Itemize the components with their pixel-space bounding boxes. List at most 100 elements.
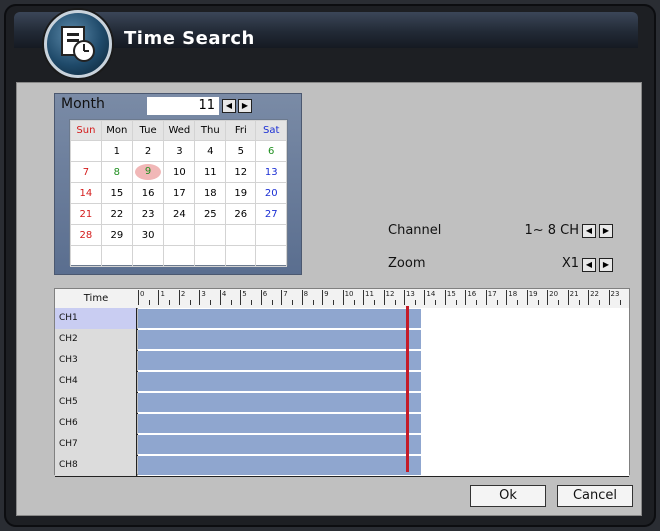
channel-prev-button[interactable]: ◀ [582, 224, 596, 238]
hour-label-13: 13 [403, 290, 424, 305]
hour-label-3: 3 [199, 290, 219, 305]
calendar-day-27[interactable]: 27 [255, 203, 287, 225]
calendar-day-9[interactable]: 9 [131, 161, 165, 183]
calendar-day-10[interactable]: 10 [163, 161, 196, 183]
channel-row[interactable]: CH8 [55, 455, 629, 477]
hour-tick [414, 300, 416, 305]
hour-tick [271, 300, 273, 305]
calendar-empty-cell [70, 140, 102, 162]
channel-label-ch8[interactable]: CH8 [55, 455, 137, 476]
ok-button[interactable]: Ok [470, 485, 546, 507]
calendar-day-18[interactable]: 18 [194, 182, 227, 204]
timeline-header: Time 0 1 2 3 4 5 6 7 8 9 10 11 12 13 14 15 16 17 18 19 20 21 2… [55, 289, 629, 309]
recording-bar [138, 330, 422, 349]
channel-row[interactable]: CH5 [55, 392, 629, 414]
calendar-day-3[interactable]: 3 [163, 140, 196, 162]
channel-track[interactable] [138, 455, 629, 476]
calendar-day-19[interactable]: 19 [225, 182, 257, 204]
weekday-fri: Fri [225, 120, 257, 141]
recording-bar [138, 414, 422, 433]
calendar-empty-cell [194, 224, 227, 246]
calendar-day-28[interactable]: 28 [70, 224, 102, 246]
hour-label-7: 7 [281, 290, 301, 305]
channel-label-ch5[interactable]: CH5 [55, 392, 137, 413]
calendar-day-4[interactable]: 4 [194, 140, 227, 162]
calendar-day-16[interactable]: 16 [131, 182, 165, 204]
calendar-day-22[interactable]: 22 [100, 203, 133, 225]
arrow-left-icon[interactable]: ◀ [222, 99, 236, 113]
channel-row[interactable]: CH4 [55, 371, 629, 393]
zoom-value: X1 [561, 256, 579, 271]
channel-row[interactable]: CH6 [55, 413, 629, 435]
channel-label-ch7[interactable]: CH7 [55, 434, 137, 455]
hour-label-18: 18 [506, 290, 526, 305]
hour-tick [394, 300, 396, 305]
hour-label-21: 21 [567, 290, 588, 305]
zoom-next-button[interactable]: ▶ [599, 258, 613, 272]
selected-day[interactable]: 9 [135, 164, 162, 180]
calendar-empty-cell [100, 245, 133, 267]
channel-track[interactable] [138, 392, 629, 413]
channel-row[interactable]: CH1 [55, 308, 629, 330]
channel-label-ch2[interactable]: CH2 [55, 329, 137, 350]
month-field[interactable]: 11 [147, 97, 219, 115]
calendar-day-2[interactable]: 2 [131, 140, 165, 162]
calendar-week: 123456 [70, 140, 287, 162]
calendar-week [70, 245, 287, 267]
calendar-day-12[interactable]: 12 [225, 161, 257, 183]
calendar-day-11[interactable]: 11 [194, 161, 227, 183]
calendar-day-20[interactable]: 20 [255, 182, 287, 204]
weekday-tue: Tue [131, 120, 165, 141]
calendar-day-1[interactable]: 1 [100, 140, 133, 162]
calendar-day-5[interactable]: 5 [225, 140, 257, 162]
calendar-table: Sun Mon Tue Wed Thu Fri Sat 1 2 3 4 5 6 7 8 9 10 11 12 13 1… [70, 120, 287, 267]
channel-track[interactable] [138, 413, 629, 434]
calendar-day-15[interactable]: 15 [100, 182, 133, 204]
channel-row[interactable]: CH7 [55, 434, 629, 456]
hour-tick [230, 300, 232, 305]
calendar-day-23[interactable]: 23 [131, 203, 165, 225]
channel-track[interactable] [138, 371, 629, 392]
hour-tick [476, 300, 478, 305]
calendar-empty-cell [255, 245, 287, 267]
calendar-day-8[interactable]: 8 [100, 161, 133, 183]
channel-label-ch4[interactable]: CH4 [55, 371, 137, 392]
zoom-prev-button[interactable]: ◀ [582, 258, 596, 272]
time-label: Time [83, 293, 109, 304]
channel-label-ch1[interactable]: CH1 [55, 308, 137, 329]
channel-track[interactable] [138, 350, 629, 371]
calendar-day-14[interactable]: 14 [70, 182, 102, 204]
time-cursor[interactable] [406, 306, 409, 472]
calendar-day-25[interactable]: 25 [194, 203, 227, 225]
cancel-button[interactable]: Cancel [557, 485, 633, 507]
calendar-day-26[interactable]: 26 [225, 203, 257, 225]
calendar-empty-cell [225, 245, 257, 267]
channel-label-ch3[interactable]: CH3 [55, 350, 137, 371]
arrow-right-icon[interactable]: ▶ [238, 99, 252, 113]
calendar-day-7[interactable]: 7 [70, 161, 102, 183]
calendar-day-17[interactable]: 17 [163, 182, 196, 204]
hour-label-0: 0 [138, 290, 158, 305]
channel-next-button[interactable]: ▶ [599, 224, 613, 238]
recording-bar [138, 372, 422, 391]
timeline: Time 0 1 2 3 4 5 6 7 8 9 10 11 12 13 14 15 16 17 18 19 20 21 2… [54, 288, 630, 477]
hour-tick [599, 300, 601, 305]
channel-row[interactable]: CH2 [55, 329, 629, 351]
calendar-header: Month 11 ◀ ▶ [55, 94, 301, 118]
calendar-day-24[interactable]: 24 [163, 203, 196, 225]
hour-label-9: 9 [322, 290, 342, 305]
calendar-day-13[interactable]: 13 [255, 161, 287, 183]
calendar-day-29[interactable]: 29 [100, 224, 133, 246]
calendar-day-30[interactable]: 30 [131, 224, 165, 246]
calendar-day-6[interactable]: 6 [255, 140, 287, 162]
calendar-day-21[interactable]: 21 [70, 203, 102, 225]
hour-label-23: 23 [608, 290, 629, 305]
hour-tick [292, 300, 294, 305]
channel-track[interactable] [138, 329, 629, 350]
hour-label-22: 22 [588, 290, 608, 305]
channel-row[interactable]: CH3 [55, 350, 629, 372]
calendar-empty-cell [131, 245, 165, 267]
channel-track[interactable] [138, 434, 629, 455]
channel-label-ch6[interactable]: CH6 [55, 413, 137, 434]
channel-track[interactable] [138, 308, 629, 329]
